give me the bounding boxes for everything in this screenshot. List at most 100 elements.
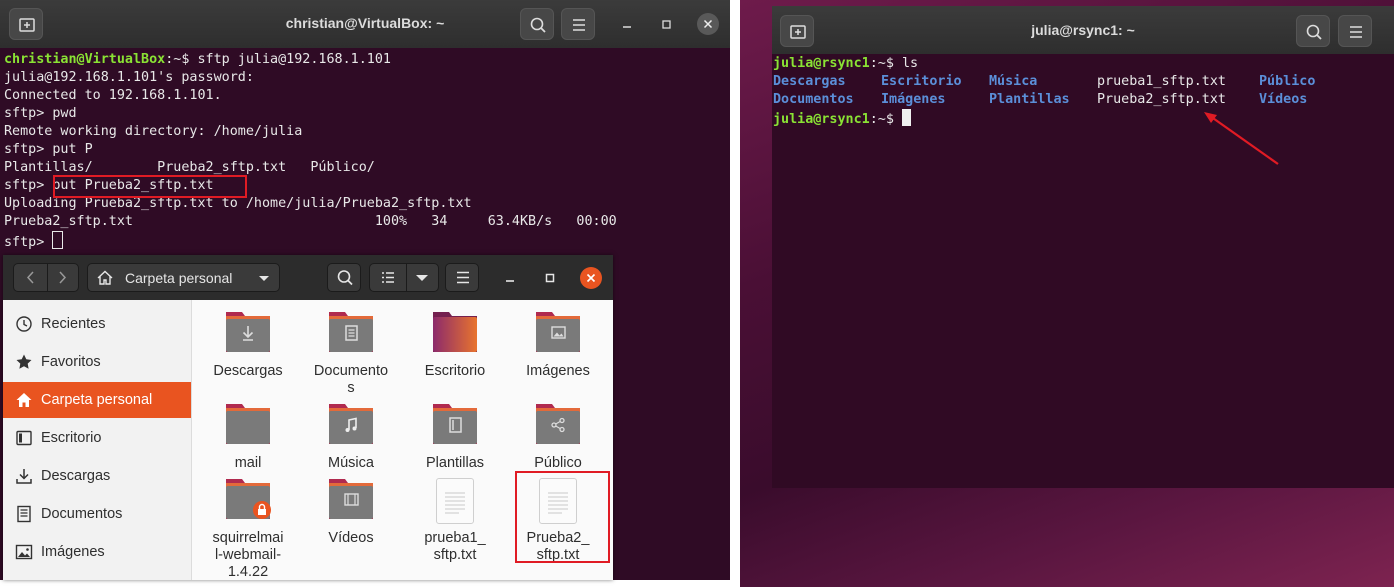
home-icon: [16, 393, 32, 407]
view-toggle-group: [369, 263, 439, 292]
left-terminal-output[interactable]: christian@VirtualBox:~$ sftp julia@192.1…: [4, 51, 617, 252]
search-icon: [530, 17, 546, 33]
terminal-line: sftp>: [4, 235, 53, 250]
folder-item[interactable]: Escritorio: [405, 307, 505, 382]
folder-icon: [226, 404, 270, 444]
fm-minimize-button[interactable]: [499, 267, 521, 289]
maximize-icon: [662, 20, 671, 29]
location-button[interactable]: Carpeta personal: [87, 263, 280, 292]
close-icon: [703, 19, 713, 29]
prompt-user: julia@rsync1: [773, 112, 870, 127]
close-button[interactable]: [697, 13, 719, 35]
folder-item[interactable]: Imágenes: [508, 307, 608, 382]
terminal-line: julia@192.168.1.101's password:: [4, 70, 254, 85]
folder-item[interactable]: squirrelmai l-webmail- 1.4.22: [198, 474, 298, 580]
folder-icon: [226, 479, 271, 519]
highlight-box-prueba2-file: [515, 471, 610, 563]
hamburger-menu-icon: [1350, 26, 1362, 38]
search-button[interactable]: [520, 8, 554, 40]
folder-icon: [329, 479, 373, 519]
ls-command: ls: [902, 56, 919, 71]
search-button[interactable]: [1296, 15, 1330, 47]
minimize-button[interactable]: [616, 13, 638, 35]
search-icon: [337, 270, 353, 286]
menu-button[interactable]: [561, 8, 595, 40]
back-button[interactable]: [14, 264, 48, 291]
folder-icon: [329, 312, 373, 352]
back-forward-group: [13, 263, 79, 292]
star-icon: [16, 354, 32, 369]
fm-maximize-button[interactable]: [539, 267, 561, 289]
ls-directory-entry: Escritorio: [881, 74, 962, 89]
folder-item[interactable]: Documento s: [301, 307, 401, 396]
hamburger-menu-icon: [457, 271, 469, 284]
file-manager-headerbar[interactable]: Carpeta personal: [3, 255, 613, 300]
chevron-right-icon: [59, 271, 67, 284]
item-label: Vídeos: [328, 530, 374, 546]
fm-search-button[interactable]: [327, 263, 361, 292]
sidebar-item-label: Carpeta personal: [41, 392, 153, 408]
home-icon: [97, 270, 113, 285]
folder-item[interactable]: Vídeos: [301, 474, 401, 549]
right-terminal-prompt-line[interactable]: julia@rsync1:~$: [773, 109, 911, 129]
sidebar-item-descargas[interactable]: Descargas: [3, 458, 191, 494]
folder-icon: [226, 312, 270, 352]
folder-icon: [536, 404, 580, 444]
sidebar-item-imagenes[interactable]: Imágenes: [3, 534, 191, 570]
ls-directory-entry: Descargas: [773, 74, 846, 89]
folder-item[interactable]: Descargas: [198, 307, 298, 382]
list-view-icon: [382, 272, 394, 283]
item-label: Descargas: [213, 363, 283, 379]
prompt-suffix: :~$: [869, 56, 902, 71]
sidebar-item-label: Favoritos: [41, 354, 101, 370]
sidebar-item-label: Escritorio: [41, 430, 102, 446]
item-label: Público: [534, 455, 582, 471]
document-icon: [17, 505, 31, 523]
file-item[interactable]: prueba1_ sftp.txt: [405, 474, 505, 563]
folder-icon: [433, 404, 477, 444]
download-icon: [16, 469, 32, 484]
ls-directory-entry: Público: [1259, 74, 1316, 89]
highlight-box-put-command: [53, 175, 247, 198]
left-terminal-titlebar[interactable]: christian@VirtualBox: ~: [0, 0, 730, 48]
sidebar-item-label: Imágenes: [41, 544, 105, 560]
sidebar-item-carpeta-personal[interactable]: Carpeta personal: [3, 382, 191, 418]
fm-menu-button[interactable]: [445, 263, 479, 292]
item-label: squirrelmai l-webmail- 1.4.22: [212, 530, 284, 580]
terminal-line: Remote working directory: /home/julia: [4, 124, 303, 139]
item-label: Documento s: [313, 363, 389, 396]
maximize-button[interactable]: [655, 13, 677, 35]
right-terminal-window[interactable]: julia@rsync1: ~ julia@rsync1:~$ ls Desca…: [772, 6, 1394, 488]
ls-directory-entry: Imágenes: [881, 92, 946, 107]
terminal-line: Connected to 192.168.1.101.: [4, 88, 222, 103]
folder-item[interactable]: Música: [301, 399, 401, 474]
view-options-button[interactable]: [406, 264, 438, 291]
location-label: Carpeta personal: [125, 270, 233, 286]
forward-button[interactable]: [47, 264, 78, 291]
fm-close-button[interactable]: [580, 267, 602, 289]
right-terminal-output[interactable]: julia@rsync1:~$ ls: [773, 55, 918, 73]
terminal-line: sftp julia@192.168.1.101: [197, 52, 391, 67]
dropdown-arrow-icon: [416, 275, 428, 281]
folder-item[interactable]: mail: [198, 399, 298, 474]
hamburger-menu-icon: [573, 19, 585, 31]
sidebar-item-escritorio[interactable]: Escritorio: [3, 420, 191, 456]
folder-item[interactable]: Plantillas: [405, 399, 505, 474]
terminal-line: sftp> pwd: [4, 106, 77, 121]
sidebar-item-recientes[interactable]: Recientes: [3, 306, 191, 342]
item-label: Imágenes: [526, 363, 590, 379]
menu-button[interactable]: [1338, 15, 1372, 47]
list-view-button[interactable]: [370, 264, 407, 291]
item-label: Música: [328, 455, 374, 471]
right-terminal-titlebar[interactable]: julia@rsync1: ~: [772, 6, 1394, 54]
folder-item[interactable]: Público: [508, 399, 608, 474]
dropdown-arrow-icon: [259, 276, 269, 281]
minimize-icon: [623, 26, 631, 28]
folder-icon: [536, 312, 580, 352]
prompt-suffix: :~$: [165, 52, 198, 67]
sidebar: Recientes Favoritos Carpeta personal Esc…: [3, 300, 192, 580]
search-icon: [1306, 24, 1322, 40]
sidebar-item-favoritos[interactable]: Favoritos: [3, 344, 191, 380]
sidebar-item-documentos[interactable]: Documentos: [3, 496, 191, 532]
minimize-icon: [506, 280, 514, 282]
